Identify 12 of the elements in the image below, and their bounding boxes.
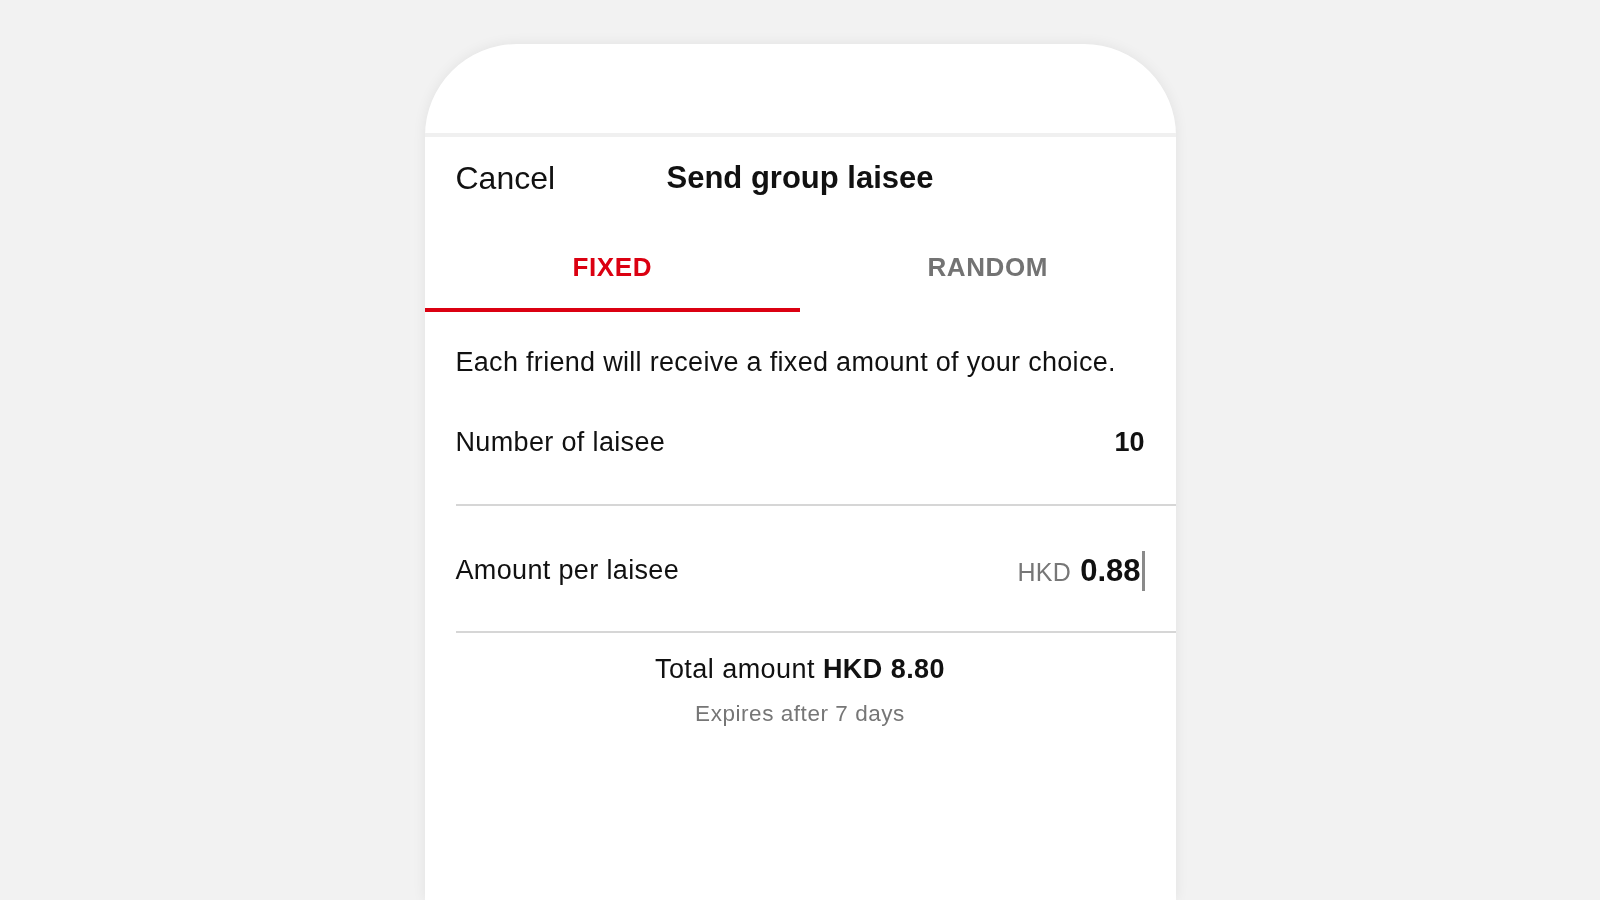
expiry-note: Expires after 7 days bbox=[695, 700, 905, 728]
tab[interactable]: RANDOM bbox=[800, 219, 1176, 312]
tab[interactable]: FIXED bbox=[424, 219, 800, 312]
count-value[interactable]: 10 bbox=[1114, 426, 1145, 458]
total-amount: Total amount HKD 8.80 bbox=[654, 653, 946, 685]
amount-input[interactable]: 0.88 bbox=[1080, 550, 1145, 591]
field-label: Number of laisee bbox=[455, 426, 666, 458]
field-label: Amount per laisee bbox=[455, 555, 680, 586]
sheet-title: Send group laisee bbox=[666, 160, 934, 196]
currency-label: HKD bbox=[1017, 556, 1072, 587]
description-text: Each friend will receive a fixed amount of your choice. bbox=[455, 346, 1116, 378]
cancel-button[interactable]: Cancel bbox=[455, 159, 556, 197]
